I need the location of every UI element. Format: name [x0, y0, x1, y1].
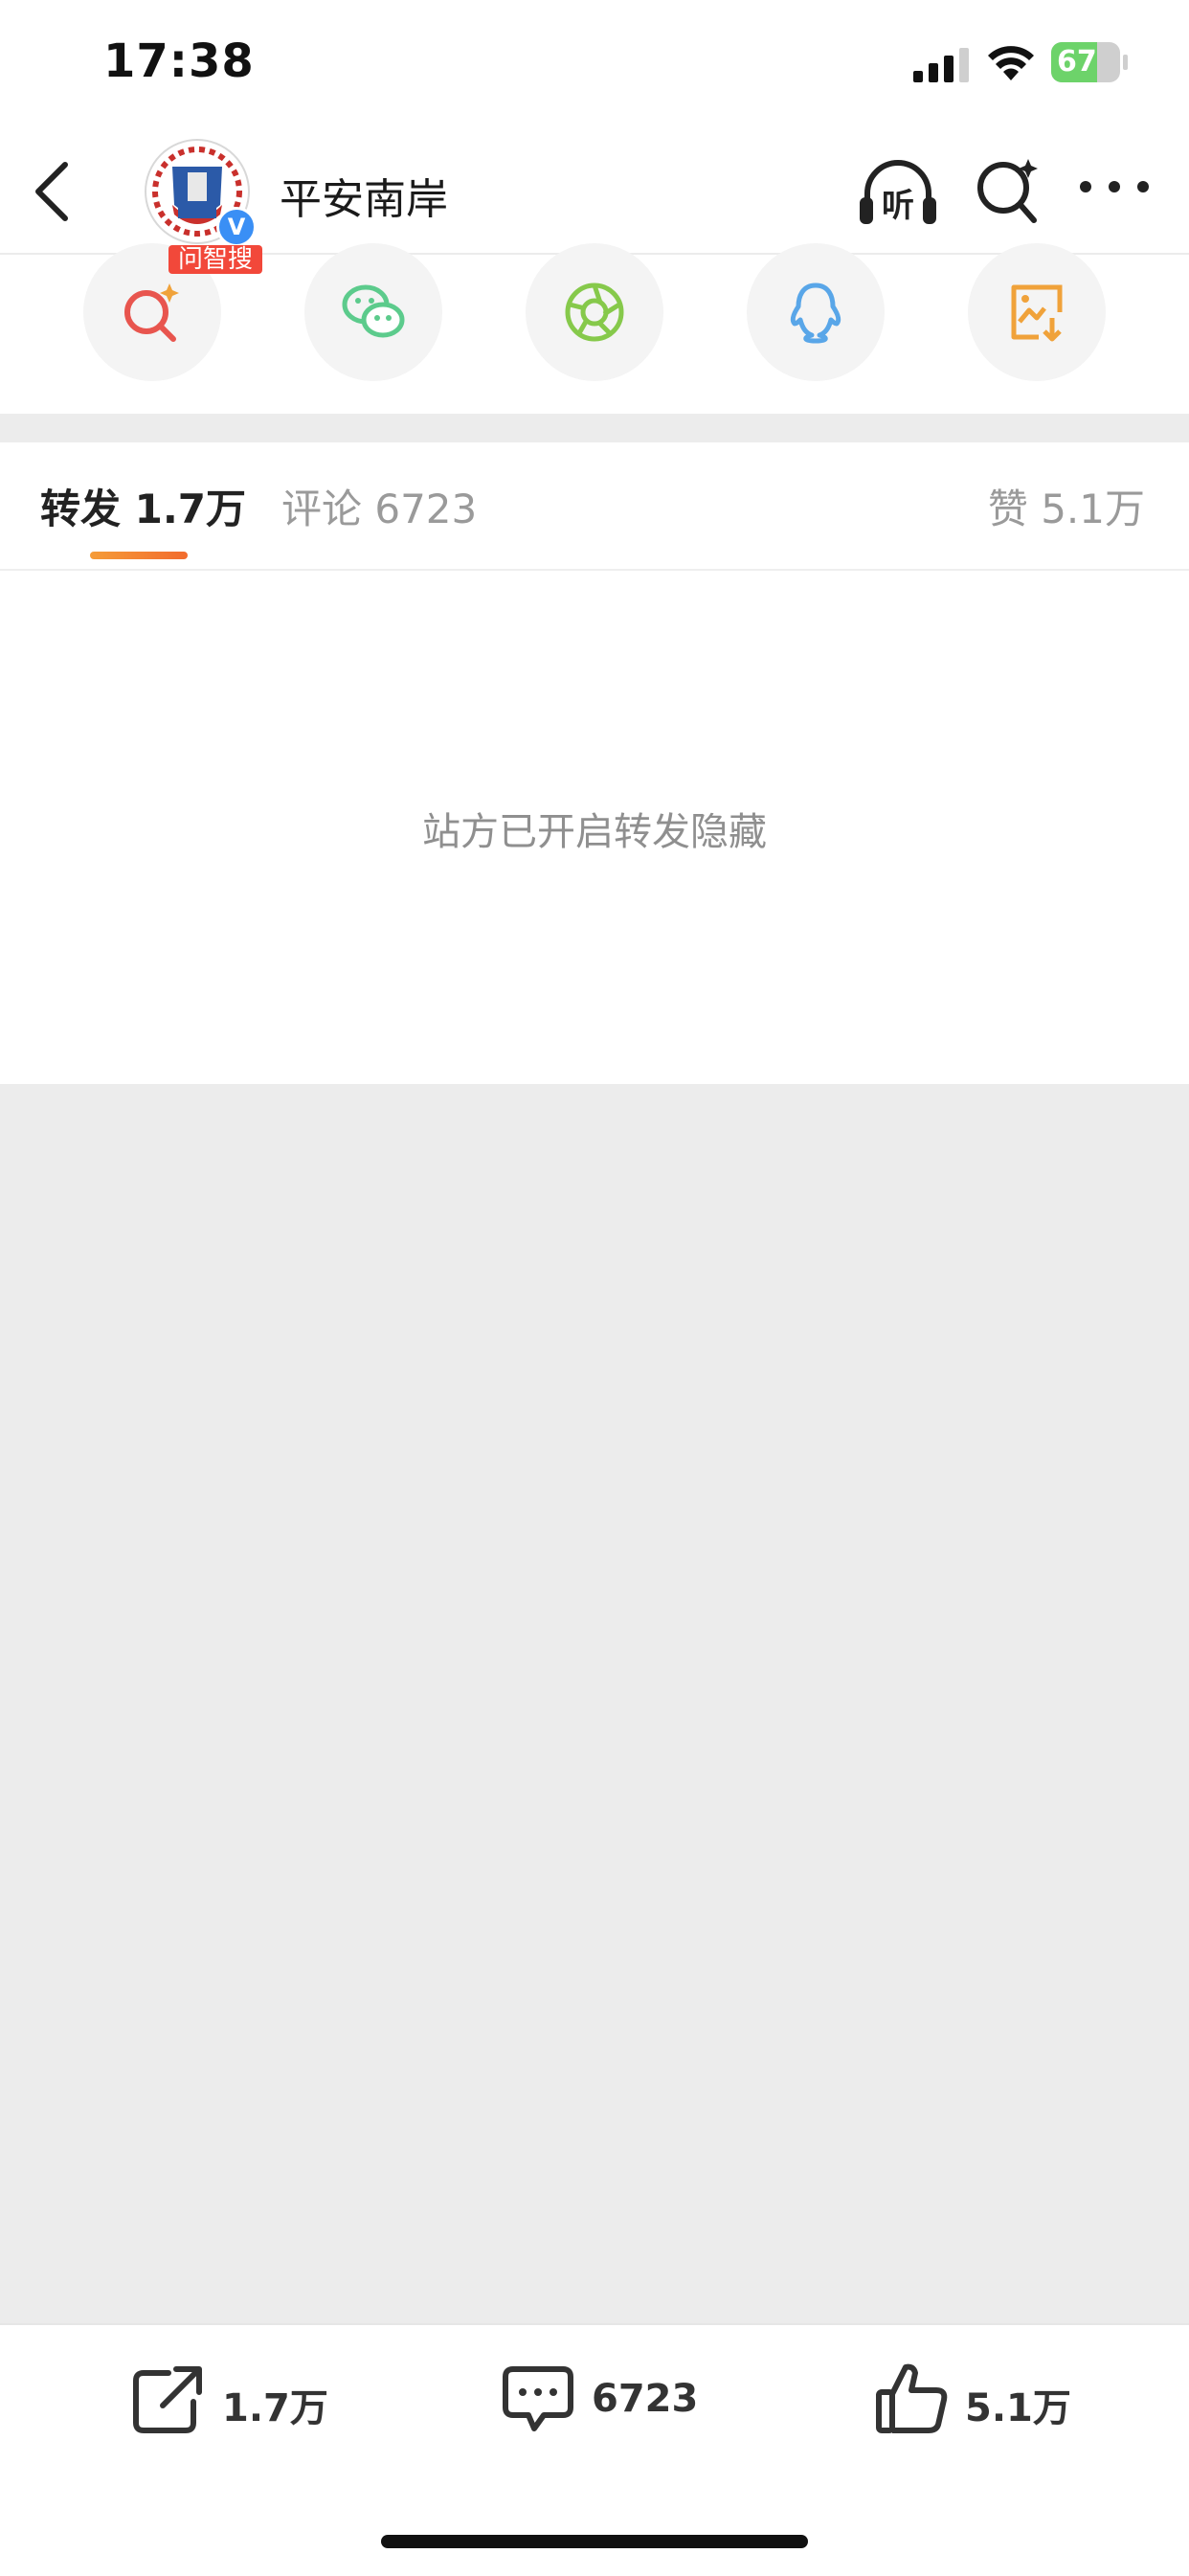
- comment-button[interactable]: 6723: [500, 2360, 710, 2436]
- zhisou-search-button[interactable]: [975, 153, 1042, 226]
- headphones-icon: 听: [860, 160, 936, 225]
- like-button[interactable]: 5.1万: [873, 2360, 1084, 2436]
- wechat-icon: [342, 284, 405, 338]
- repost-button[interactable]: 1.7万: [130, 2360, 341, 2436]
- comment-icon: [503, 2366, 573, 2431]
- share-wechat-button[interactable]: [304, 243, 442, 381]
- share-qq-button[interactable]: [747, 243, 885, 381]
- home-indicator: [381, 2535, 808, 2548]
- tab-likes[interactable]: 赞 5.1万: [988, 477, 1145, 535]
- zhisou-tag-badge: 问智搜: [168, 245, 263, 274]
- repost-icon: [133, 2366, 202, 2433]
- like-count: 5.1万: [965, 2386, 1071, 2430]
- save-image-button[interactable]: [968, 243, 1106, 381]
- page-title[interactable]: 平安南岸: [280, 165, 448, 226]
- battery-indicator: 67: [1051, 42, 1128, 82]
- tab-comments[interactable]: 评论 6723: [281, 477, 477, 535]
- moments-icon: [565, 282, 624, 342]
- wifi-icon: [988, 46, 1034, 80]
- more-options-button[interactable]: [1078, 172, 1151, 201]
- repost-hidden-notice: 站方已开启转发隐藏: [422, 810, 767, 854]
- listen-label: 听: [882, 187, 914, 225]
- repost-count: 1.7万: [222, 2386, 328, 2430]
- battery-percent: 67: [1057, 45, 1097, 79]
- save-image-icon: [1011, 284, 1063, 342]
- thumbs-up-icon: [876, 2363, 948, 2433]
- share-moments-button[interactable]: [526, 243, 663, 381]
- verified-badge-icon: V: [216, 207, 257, 247]
- comment-count: 6723: [592, 2377, 699, 2421]
- cellular-signal-icon: [913, 48, 969, 82]
- status-time: 17:38: [103, 34, 255, 88]
- tab-repost[interactable]: 转发 1.7万: [40, 477, 246, 535]
- listen-button[interactable]: 听: [858, 155, 938, 228]
- active-tab-indicator: [90, 552, 188, 559]
- back-button[interactable]: [25, 153, 79, 230]
- zhisou-search-icon: [124, 283, 179, 342]
- qq-icon: [790, 282, 841, 344]
